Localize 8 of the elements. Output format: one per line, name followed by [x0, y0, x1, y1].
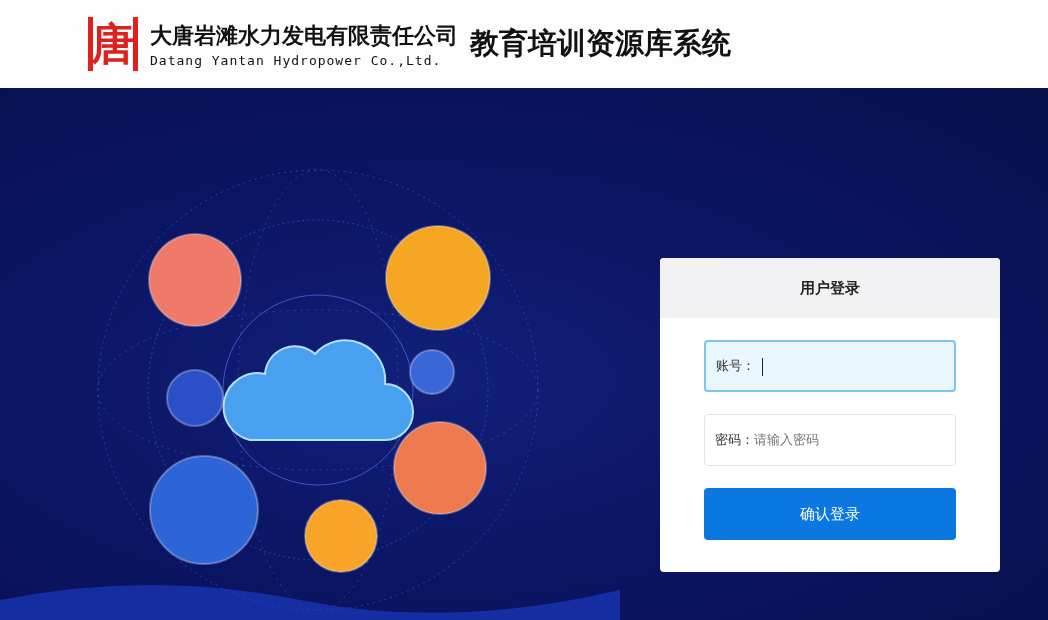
login-title: 用户登录 — [800, 278, 860, 298]
company-logo: 唐 — [88, 17, 138, 71]
input-field[interactable]: 账号： — [704, 340, 956, 392]
input-field[interactable]: 密码：请输入密码 — [704, 414, 956, 466]
login-button[interactable]: 确认登录 — [704, 488, 956, 540]
company-name: 大唐岩滩水力发电有限责任公司 — [150, 21, 458, 50]
company-name-english: Datang Yantan Hydropower Co.,Ltd. — [150, 52, 443, 68]
system-title: 教育培训资源库系统 — [470, 25, 731, 62]
